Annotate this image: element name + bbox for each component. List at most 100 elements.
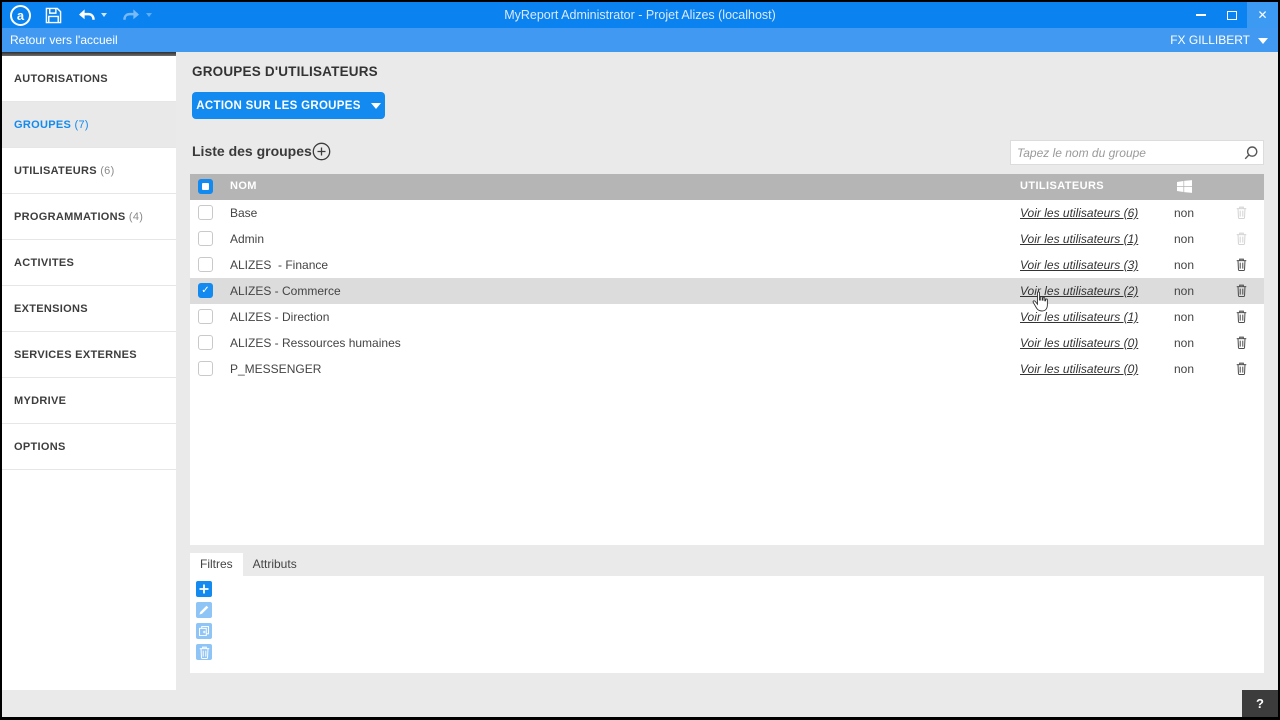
table-row[interactable]: ✓ ALIZES - Commerce Voir les utilisateurs …: [190, 278, 1264, 304]
sidebar-item-groupes[interactable]: GROUPES (7): [2, 102, 176, 148]
delete-icon[interactable]: [1236, 336, 1247, 352]
view-users-link[interactable]: Voir les utilisateurs (6): [1020, 206, 1138, 220]
user-menu[interactable]: FX GILLIBERT: [1170, 33, 1250, 47]
sidebar-item-mydrive[interactable]: MYDRIVE: [2, 378, 176, 424]
sidebar-item-label: OPTIONS: [14, 441, 66, 453]
windows-logo-icon: [1177, 180, 1192, 196]
sidebar-item-extensions[interactable]: EXTENSIONS: [2, 286, 176, 332]
add-group-button[interactable]: [312, 142, 331, 161]
undo-icon: [79, 8, 95, 20]
sidebar-item-autorisations[interactable]: AUTORISATIONS: [2, 56, 176, 102]
redo-icon: [123, 8, 139, 20]
view-users-link[interactable]: Voir les utilisateurs (2): [1020, 284, 1138, 298]
sidebar-item-label: SERVICES EXTERNES: [14, 349, 137, 361]
bottom-tabstrip: Filtres Attributs: [190, 553, 1264, 576]
edit-icon: [196, 602, 212, 618]
maximize-icon: [1226, 10, 1237, 20]
chevron-down-icon: [370, 102, 381, 109]
table-row[interactable]: ALIZES - Finance Voir les utilisateurs (3…: [190, 252, 1264, 278]
table-header: NOM UTILISATEURS: [190, 174, 1264, 200]
table-row[interactable]: ALIZES - Direction Voir les utilisateurs …: [190, 304, 1264, 330]
row-checkbox[interactable]: ✓: [198, 283, 213, 298]
row-checkbox[interactable]: [198, 335, 213, 350]
column-header-name: NOM: [230, 180, 257, 192]
groups-table: Base Voir les utilisateurs (6) non Admin Voi…: [190, 200, 1264, 545]
group-actions-label: ACTION SUR LES GROUPES: [196, 99, 361, 112]
delete-icon[interactable]: [1236, 310, 1247, 326]
add-circle-icon: [312, 142, 331, 161]
search-icon[interactable]: [1239, 145, 1263, 161]
view-users-link[interactable]: Voir les utilisateurs (3): [1020, 258, 1138, 272]
tab-filtres[interactable]: Filtres: [190, 553, 243, 576]
select-all-checkbox[interactable]: [198, 179, 213, 194]
group-search: [1010, 140, 1264, 165]
windows-auth-value: non: [1173, 284, 1195, 298]
sidebar-item-services-externes[interactable]: SERVICES EXTERNES: [2, 332, 176, 378]
table-row[interactable]: Base Voir les utilisateurs (6) non: [190, 200, 1264, 226]
column-header-users: UTILISATEURS: [1020, 180, 1105, 192]
sidebar-item-activites[interactable]: ACTIVITES: [2, 240, 176, 286]
delete-icon: [196, 644, 212, 660]
app-window: a MyReport Administrator - Projet Alizes…: [2, 2, 1278, 717]
sidebar-item-options[interactable]: OPTIONS: [2, 424, 176, 470]
sidebar-item-label: MYDRIVE: [14, 395, 67, 407]
redo-dropdown-icon[interactable]: [146, 13, 152, 17]
windows-auth-value: non: [1173, 310, 1195, 324]
group-name: ALIZES - Commerce: [230, 284, 341, 298]
group-name: ALIZES - Direction: [230, 310, 330, 324]
group-name: Admin: [230, 232, 265, 246]
sidebar-item-utilisateurs[interactable]: UTILISATEURS (6): [2, 148, 176, 194]
delete-icon[interactable]: [1236, 362, 1247, 378]
sidebar-item-programmations[interactable]: PROGRAMMATIONS (4): [2, 194, 176, 240]
view-users-link[interactable]: Voir les utilisateurs (1): [1020, 232, 1138, 246]
sidebar-item-label: ACTIVITES: [14, 257, 75, 269]
table-row[interactable]: P_MESSENGER Voir les utilisateurs (0) non: [190, 356, 1264, 382]
tab-attributs[interactable]: Attributs: [243, 553, 307, 576]
redo-button[interactable]: [121, 8, 152, 23]
undo-dropdown-icon[interactable]: [101, 13, 107, 17]
list-title: Liste des groupes: [192, 143, 312, 159]
delete-icon: [1236, 232, 1247, 248]
save-icon: [45, 7, 62, 23]
sidebar-item-count: (7): [71, 119, 89, 131]
window-title: MyReport Administrator - Projet Alizes (…: [504, 8, 776, 22]
minimize-button[interactable]: [1185, 2, 1216, 28]
myreport-logo-icon: a: [10, 4, 31, 26]
undo-button[interactable]: [76, 8, 107, 23]
main-content: GROUPES D'UTILISATEURS ACTION SUR LES GR…: [190, 56, 1264, 696]
windows-auth-value: non: [1173, 336, 1195, 350]
delete-icon: [1236, 206, 1247, 222]
view-users-link[interactable]: Voir les utilisateurs (0): [1020, 362, 1138, 376]
delete-icon[interactable]: [1236, 258, 1247, 274]
view-users-link[interactable]: Voir les utilisateurs (0): [1020, 336, 1138, 350]
add-icon[interactable]: [196, 581, 212, 597]
group-actions-button[interactable]: ACTION SUR LES GROUPES: [192, 92, 385, 119]
help-button[interactable]: ?: [1242, 690, 1278, 717]
maximize-button[interactable]: [1216, 2, 1247, 28]
title-bar: a MyReport Administrator - Projet Alizes…: [2, 2, 1278, 28]
table-row[interactable]: Admin Voir les utilisateurs (1) non: [190, 226, 1264, 252]
delete-icon[interactable]: [1236, 284, 1247, 300]
search-input[interactable]: [1011, 145, 1239, 160]
sidebar-item-label: GROUPES: [14, 119, 72, 131]
row-checkbox[interactable]: [198, 231, 213, 246]
windows-auth-value: non: [1173, 206, 1195, 220]
row-checkbox[interactable]: [198, 309, 213, 324]
group-name: Base: [230, 206, 258, 220]
table-row[interactable]: ALIZES - Ressources humaines Voir les uti…: [190, 330, 1264, 356]
close-icon: ✕: [1257, 8, 1268, 22]
user-dropdown-icon[interactable]: [1258, 38, 1268, 44]
back-to-home-link[interactable]: Retour vers l'accueil: [10, 33, 118, 47]
sidebar-item-label: UTILISATEURS: [14, 165, 97, 177]
filters-panel: [190, 576, 1264, 673]
row-checkbox[interactable]: [198, 361, 213, 376]
sidebar-item-label: PROGRAMMATIONS: [14, 211, 126, 223]
row-checkbox[interactable]: [198, 205, 213, 220]
row-checkbox[interactable]: [198, 257, 213, 272]
close-button[interactable]: ✕: [1247, 2, 1278, 28]
view-users-link[interactable]: Voir les utilisateurs (1): [1020, 310, 1138, 324]
save-button[interactable]: [45, 7, 62, 24]
windows-auth-value: non: [1173, 232, 1195, 246]
duplicate-icon: [196, 623, 212, 639]
group-name: ALIZES - Ressources humaines: [230, 336, 401, 350]
